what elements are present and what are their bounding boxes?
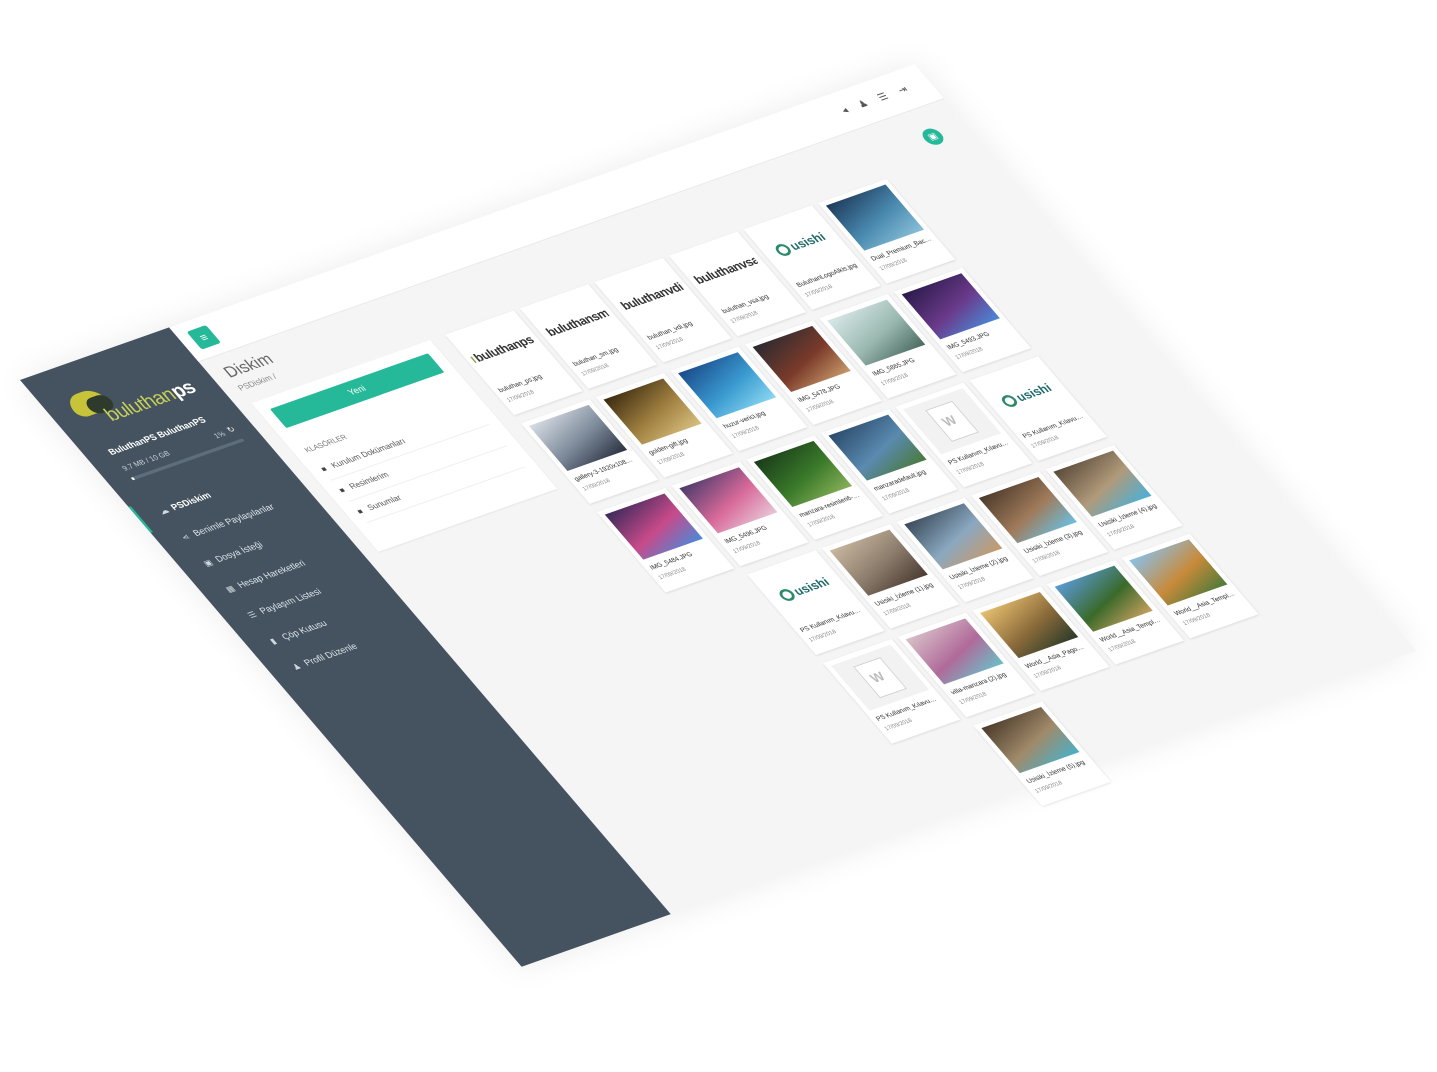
file-date: 17/09/2018: [580, 363, 611, 378]
file-date: 17/09/2018: [657, 566, 688, 581]
screenshot-stage: buluthanps BuluthanPS BuluthanPS 9.7 MB …: [0, 0, 1437, 1072]
file-date: 17/09/2018: [505, 389, 536, 404]
file-date: 17/09/2018: [1033, 780, 1065, 795]
new-button[interactable]: Yeni: [269, 353, 445, 429]
file-date: 17/09/2018: [1107, 638, 1138, 653]
file-date: 17/09/2018: [954, 346, 985, 361]
folder-label: Resimlerim: [347, 470, 391, 491]
header-icons: ◂ ♟ ☰ ⇥: [838, 84, 910, 116]
file-grid: buluthanps buluthan_ps.jpg 17/09/2018 bulut…: [445, 150, 1415, 858]
file-date: 17/09/2018: [654, 336, 685, 351]
quota-progress-fill: [130, 476, 136, 481]
logo-text: buluthanvdi: [617, 280, 687, 313]
logo-wordmark: buluthanps: [99, 376, 201, 426]
app-window: buluthanps BuluthanPS BuluthanPS 9.7 MB …: [20, 64, 1417, 967]
logo-text: buluthansm: [542, 306, 613, 339]
sidebar-item-label: PSDiskim: [168, 490, 214, 513]
settings-icon[interactable]: ☰: [875, 91, 891, 103]
word-document-icon: W: [925, 400, 979, 442]
refresh-icon[interactable]: ↻: [225, 425, 238, 435]
file-date: 17/09/2018: [958, 691, 989, 706]
file-date: 17/09/2018: [1032, 665, 1063, 680]
usishi-wordmark: usishi: [786, 229, 829, 253]
file-date: 17/09/2018: [955, 461, 986, 476]
user-icon[interactable]: ♟: [855, 98, 871, 110]
file-date: 17/09/2018: [730, 425, 761, 440]
file-date: 17/09/2018: [807, 629, 838, 644]
file-date: 17/09/2018: [878, 257, 909, 272]
file-date: 17/09/2018: [729, 310, 760, 325]
file-date: 17/09/2018: [1181, 612, 1212, 627]
usishi-wordmark: usishi: [790, 574, 833, 598]
logo-text: buluthanps: [470, 332, 537, 365]
file-date: 17/09/2018: [806, 514, 837, 529]
file-date: 17/09/2018: [882, 602, 913, 617]
file-date: 17/09/2018: [803, 284, 835, 299]
folder-list: ■ Kurulum Dokümanları ■ Resimlerim ■ Sunumlar: [313, 403, 526, 523]
file-date: 17/09/2018: [656, 451, 687, 466]
sidebar-item-label: Dosya İsteği: [213, 540, 266, 565]
sidebar-item-label: Çöp Kutusu: [279, 618, 330, 643]
file-date: 17/09/2018: [581, 478, 612, 493]
file-date: 17/09/2018: [883, 717, 914, 732]
file-date: 17/09/2018: [1031, 550, 1062, 565]
folder-label: Sunumlar: [365, 493, 404, 513]
file-date: 17/09/2018: [879, 372, 910, 387]
word-document-icon: W: [853, 657, 907, 699]
logout-icon[interactable]: ⇥: [895, 84, 911, 96]
usishi-wordmark: usishi: [1012, 380, 1055, 405]
file-date: 17/09/2018: [805, 399, 836, 414]
sidebar-item-label: Profil Düzenle: [301, 641, 360, 668]
file-date: 17/09/2018: [1030, 435, 1061, 450]
file-date: 17/09/2018: [1105, 523, 1137, 538]
logo-text: buluthanvsa: [690, 253, 763, 287]
menu-toggle-button[interactable]: ≡: [186, 325, 222, 350]
quota-percent: 1%: [211, 429, 228, 440]
floating-action-button[interactable]: ▣: [918, 126, 948, 148]
file-date: 17/09/2018: [880, 487, 912, 502]
file-date: 17/09/2018: [731, 540, 763, 555]
file-date: 17/09/2018: [956, 576, 987, 591]
notification-icon[interactable]: ◂: [838, 105, 851, 116]
